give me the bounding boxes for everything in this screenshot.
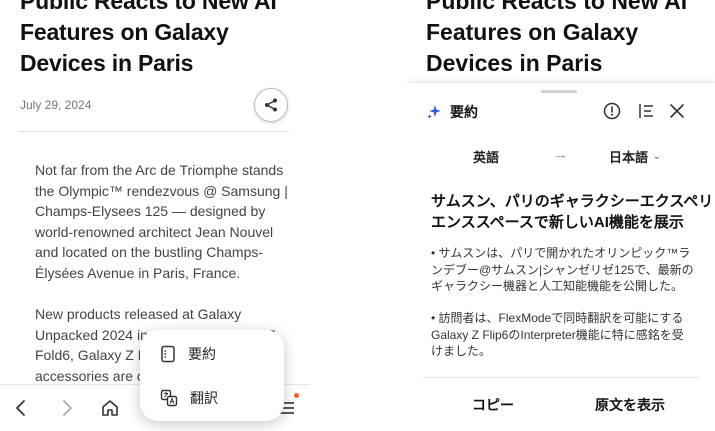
summary-title: サムスン、パリのギャラクシーエクスペリ エンススペースで新しいAI機能を展示 [431,191,714,233]
summary-title-line: エンススペースで新しいAI機能を展示 [431,214,684,231]
panel-gap [310,0,407,431]
forward-icon[interactable] [56,397,78,419]
target-language-dropdown[interactable]: 日本語 ⌄ [609,147,661,166]
share-icon [265,98,277,112]
info-icon[interactable] [602,101,622,121]
paragraph-line: New products released at Galaxy [35,306,242,322]
paragraph-line: the Olympic™ rendezvous @ Samsung | [35,182,288,199]
article-view-left: Public Reacts to New AI Features on Gala… [0,0,310,431]
ai-sparkle-icon [427,105,441,119]
summary-icon [161,345,175,363]
article-headline: Public Reacts to New AI Features on Gala… [426,0,715,79]
ai-action-popup: 要約 翻訳 [140,330,284,421]
bullet-line: ンデブー@サムスン|シャンゼリゼ125で、最新の [431,262,694,277]
article-view-right: Public Reacts to New AI Features on Gala… [407,0,715,431]
translate-menu-item[interactable]: 翻訳 [140,378,284,418]
bullet-line: Galaxy Z Flip6のInterpreter機能に特に感銘を受 [431,327,684,342]
copy-button[interactable]: コピー [472,395,514,415]
article-headline: Public Reacts to New AI Features on Gala… [20,0,310,79]
bullet-line: • 訪問者は、FlexModeで同時翻訳を可能にする [431,311,684,325]
list-format-icon[interactable] [636,101,656,121]
chevron-down-icon: ⌄ [653,151,661,161]
share-button[interactable] [254,88,288,122]
paragraph-line: Élysées Avenue in Paris, France. [35,264,241,281]
summary-title-line: サムスン、パリのギャラクシーエクスペリ [431,193,714,210]
back-icon[interactable] [10,397,32,419]
sheet-footer-divider [423,377,699,378]
bullet-line: ギャラクシー機器と人工知能機能を公開した。 [431,279,684,293]
headline-line: Public Reacts to New AI [20,0,277,14]
summary-bullet-2: • 訪問者は、FlexModeで同時翻訳を可能にする Galaxy Z Flip… [431,310,693,360]
sheet-title: 要約 [450,104,478,120]
translate-menu-label: 翻訳 [190,390,218,406]
sheet-header: 要約 [426,102,478,122]
bullet-line: けました。 [431,344,492,358]
header-divider [20,131,289,132]
paragraph-line: world-renowned architect Jean Nouvel [35,223,274,240]
article-date: July 29, 2024 [20,98,92,112]
paragraph-line: and located on the bustling Champs- [35,244,264,261]
sheet-drag-handle[interactable] [541,90,577,93]
headline-line: Devices in Paris [20,50,194,76]
summary-menu-item[interactable]: 要約 [140,334,284,374]
language-arrow-icon: → [553,146,568,163]
notification-dot [294,393,299,398]
headline-line: Features on Galaxy [426,19,639,45]
summary-bullet-1: • サムスンは、パリで開かれたオリンピック™ラ ンデブー@サムスン|シャンゼリゼ… [431,245,694,295]
summary-menu-label: 要約 [188,346,216,362]
close-icon[interactable] [667,101,687,121]
target-language: 日本語 [609,150,649,165]
show-original-button[interactable]: 原文を表示 [595,395,665,415]
article-paragraph-1: Not far from the Arc de Triomphe stands … [35,160,288,284]
summary-sheet: 要約 英語 → 日本語 ⌄ サムスン、パリのギャラクシーエクスペリ エンススペー… [407,82,715,431]
paragraph-line: Not far from the Arc de Triomphe stands [35,162,284,178]
headline-line: Devices in Paris [426,50,603,76]
source-language[interactable]: 英語 [473,147,499,166]
language-selector-row: 英語 → 日本語 ⌄ [407,143,715,167]
paragraph-line: Champs-Elysees 125 — designed by [35,203,266,220]
home-icon[interactable] [99,397,121,419]
translate-icon [160,389,178,407]
headline-line: Public Reacts to New AI [426,0,688,14]
headline-line: Features on Galaxy [20,19,229,45]
bullet-line: • サムスンは、パリで開かれたオリンピック™ラ [431,246,691,260]
